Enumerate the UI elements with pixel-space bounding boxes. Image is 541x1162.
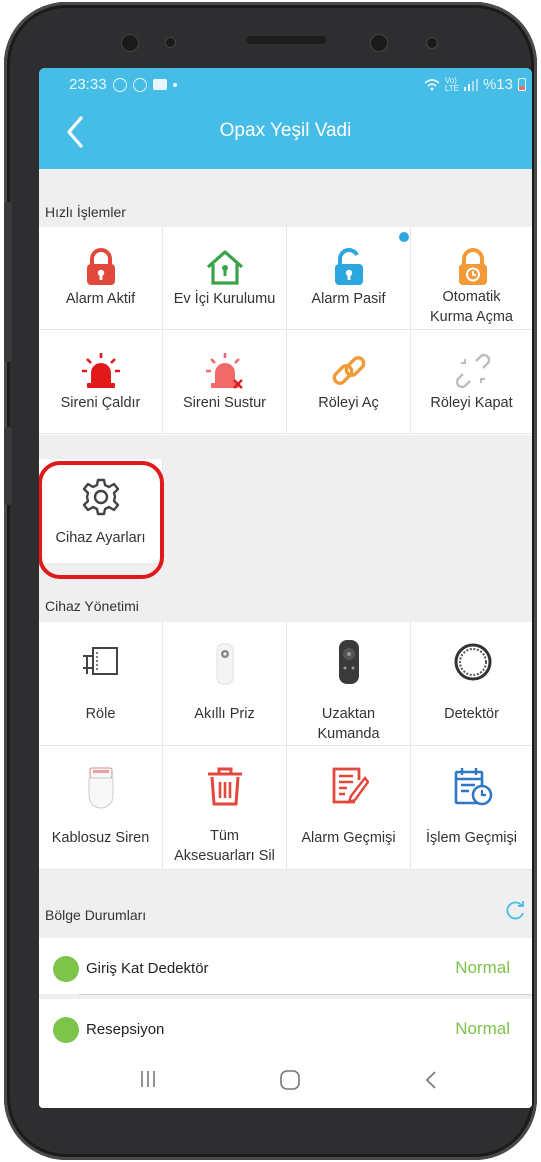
relay-close-label: Röleyi Kapat bbox=[430, 395, 513, 411]
section-title-device-management: Cihaz Yönetimi bbox=[45, 598, 139, 614]
mute-siren-label: Sireni Sustur bbox=[182, 395, 266, 411]
siren-mute-icon bbox=[206, 353, 243, 389]
smart-plug-button[interactable]: Akıllı Priz bbox=[163, 622, 287, 746]
divider bbox=[79, 994, 532, 995]
wifi-icon bbox=[424, 78, 440, 90]
alarm-history-button[interactable]: Alarm Geçmişi bbox=[287, 746, 411, 870]
wireless-siren-icon bbox=[88, 767, 114, 809]
zone-name: Giriş Kat Dedektör bbox=[86, 960, 209, 977]
section-title-quick-actions: Hızlı İşlemler bbox=[45, 204, 126, 220]
wireless-siren-label: Kablosuz Siren bbox=[51, 830, 150, 846]
lock-open-icon bbox=[335, 248, 363, 285]
home-lock-icon bbox=[206, 250, 244, 285]
battery-icon bbox=[518, 78, 526, 91]
remote-control-label-line1: Uzaktan bbox=[321, 706, 376, 722]
auto-arm-label: Otomatik Kurma Açma bbox=[411, 287, 532, 327]
delete-all-label-line1: Tüm bbox=[210, 828, 239, 844]
home-arm-button[interactable]: Ev İçi Kurulumu bbox=[163, 227, 287, 330]
siren-icon bbox=[82, 353, 120, 388]
message-icon bbox=[152, 79, 167, 90]
remote-control-label-line2: Kumanda bbox=[317, 726, 380, 742]
zone-row[interactable]: Giriş Kat Dedektör Normal bbox=[39, 938, 532, 995]
refresh-icon[interactable] bbox=[504, 900, 526, 922]
sensor-dot bbox=[166, 38, 175, 47]
alarm-history-icon bbox=[332, 767, 369, 804]
home-arm-label: Ev İçi Kurulumu bbox=[173, 291, 276, 307]
volte-icon: Vo) LTE bbox=[444, 75, 459, 93]
alarm-passive-button[interactable]: Alarm Pasif bbox=[287, 227, 411, 330]
section-title-zones: Bölge Durumları bbox=[45, 907, 147, 923]
delete-all-accessories-button[interactable]: Tüm Aksesuarları Sil bbox=[163, 746, 287, 870]
notification-icon bbox=[132, 77, 147, 92]
operation-history-label: İşlem Geçmişi bbox=[425, 830, 518, 846]
quick-actions-grid: Alarm Aktif Ev İçi Kurulumu Alarm Pasif … bbox=[39, 227, 532, 435]
power-button bbox=[4, 427, 12, 505]
phone-frame: 23:33 Vo) LTE %13 Opax Yeşil Vadi Hızlı İ… bbox=[4, 2, 537, 1160]
smart-plug-label: Akıllı Priz bbox=[194, 706, 255, 722]
status-bar-right: Vo) LTE %13 bbox=[424, 76, 526, 93]
back-icon[interactable] bbox=[424, 1069, 438, 1091]
detector-label: Detektör bbox=[444, 706, 499, 722]
proximity-sensor bbox=[427, 38, 437, 48]
zone-status: Normal bbox=[455, 1019, 510, 1038]
zone-status: Normal bbox=[455, 958, 510, 977]
delete-all-label: Tüm Aksesuarları Sil bbox=[163, 826, 286, 866]
recent-apps-icon[interactable] bbox=[139, 1069, 157, 1089]
dot-icon bbox=[172, 82, 177, 87]
delete-all-label-line2: Aksesuarları Sil bbox=[174, 848, 275, 864]
sound-siren-label: Sireni Çaldır bbox=[60, 395, 141, 411]
home-icon[interactable] bbox=[279, 1069, 301, 1091]
smart-plug-icon bbox=[216, 643, 234, 685]
link-icon bbox=[332, 356, 366, 385]
zone-status-dot bbox=[53, 956, 79, 982]
signal-icon bbox=[463, 78, 478, 91]
status-time: 23:33 bbox=[69, 76, 107, 93]
system-nav-bar bbox=[39, 1051, 532, 1108]
remote-control-label: Uzaktan Kumanda bbox=[287, 704, 410, 744]
relay-device-label: Röle bbox=[85, 706, 116, 722]
calendar-clock-icon bbox=[454, 768, 493, 806]
sound-siren-button[interactable]: Sireni Çaldır bbox=[39, 331, 163, 434]
trash-icon bbox=[208, 767, 242, 806]
relay-device-button[interactable]: Röle bbox=[39, 622, 163, 746]
wireless-siren-button[interactable]: Kablosuz Siren bbox=[39, 746, 163, 870]
auto-arm-button[interactable]: Otomatik Kurma Açma bbox=[411, 227, 532, 330]
operation-history-button[interactable]: İşlem Geçmişi bbox=[411, 746, 532, 870]
zone-name: Resepsiyon bbox=[86, 1021, 165, 1038]
detector-button[interactable]: Detektör bbox=[411, 622, 532, 746]
app-bar: 23:33 Vo) LTE %13 Opax Yeşil Vadi bbox=[39, 68, 532, 169]
status-bar-left: 23:33 bbox=[69, 76, 177, 93]
remote-control-button[interactable]: Uzaktan Kumanda bbox=[287, 622, 411, 746]
relay-icon bbox=[83, 647, 118, 675]
auto-arm-label-line2: Kurma Açma bbox=[430, 309, 513, 325]
relay-close-button[interactable]: Röleyi Kapat bbox=[411, 331, 532, 434]
lock-timer-icon bbox=[459, 248, 487, 285]
highlight-box bbox=[39, 461, 164, 579]
relay-open-button[interactable]: Röleyi Aç bbox=[287, 331, 411, 434]
camera-icon bbox=[122, 35, 138, 51]
lock-closed-icon bbox=[87, 248, 115, 285]
mute-siren-button[interactable]: Sireni Sustur bbox=[163, 331, 287, 434]
alarm-active-button[interactable]: Alarm Aktif bbox=[39, 227, 163, 330]
whatsapp-icon bbox=[112, 77, 127, 92]
zone-status-dot bbox=[53, 1017, 79, 1043]
alarm-history-label: Alarm Geçmişi bbox=[301, 830, 396, 846]
volume-button bbox=[4, 202, 12, 362]
relay-open-label: Röleyi Aç bbox=[318, 395, 379, 411]
earpiece-speaker bbox=[246, 36, 326, 44]
app-screen: 23:33 Vo) LTE %13 Opax Yeşil Vadi Hızlı İ… bbox=[39, 68, 532, 1108]
auto-arm-label-line1: Otomatik bbox=[442, 289, 501, 305]
notification-badge bbox=[399, 232, 409, 242]
alarm-active-label: Alarm Aktif bbox=[65, 291, 136, 307]
detector-icon bbox=[454, 643, 492, 681]
battery-percent: %13 bbox=[482, 76, 513, 93]
link-broken-icon bbox=[455, 353, 491, 389]
remote-control-icon bbox=[339, 640, 359, 684]
zone-row[interactable]: Resepsiyon Normal bbox=[39, 999, 532, 1055]
page-title: Opax Yeşil Vadi bbox=[219, 120, 352, 141]
device-management-grid: Röle Akıllı Priz Uzaktan Kumanda Detektö… bbox=[39, 622, 532, 870]
front-camera-icon bbox=[371, 35, 387, 51]
alarm-passive-label: Alarm Pasif bbox=[311, 291, 386, 307]
